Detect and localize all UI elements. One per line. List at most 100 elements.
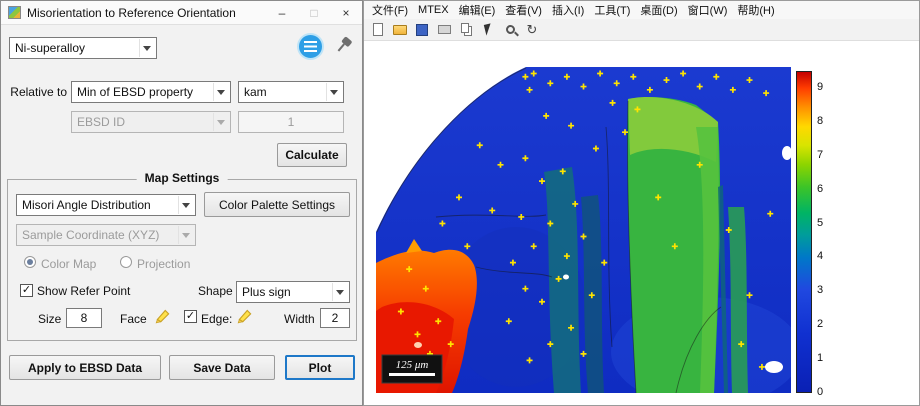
relative-property-select[interactable]: Min of EBSD property [71,81,231,103]
colorbar-tick-9: 9 [817,80,824,93]
yellow-pen-icon [155,309,170,324]
face-label: Face [120,312,147,326]
chevron-down-icon [332,283,347,301]
menu-item-7[interactable]: 窗口(W) [683,2,733,18]
ebsd-id-label: EBSD ID [77,115,126,129]
rotate-button[interactable] [522,20,542,40]
list-icon [304,41,317,52]
colorbar-tick-8: 8 [817,114,824,127]
yellow-pen-icon [237,309,252,324]
apply-to-ebsd-button[interactable]: Apply to EBSD Data [9,355,161,380]
maximize-button: □ [310,5,318,20]
menu-item-0[interactable]: 文件(F) [367,2,413,18]
new-file-icon [373,23,383,36]
show-refer-point-label: Show Refer Point [37,284,131,298]
color-map-radio [24,256,36,268]
map-settings-title: Map Settings [136,171,228,185]
colorbar-tick-0: 0 [817,386,824,398]
colorbar [796,71,812,393]
new-file-button[interactable] [368,20,388,40]
close-button[interactable]: × [330,1,362,25]
edge-checkbox[interactable]: ✓ [184,310,197,323]
chevron-down-icon [326,83,341,101]
save-data-button[interactable]: Save Data [169,355,275,380]
color-palette-settings-button[interactable]: Color Palette Settings [204,192,350,217]
menu-item-4[interactable]: 插入(I) [547,2,589,18]
colorbar-tick-3: 3 [817,284,824,297]
zoom-in-button[interactable] [500,20,520,40]
shape-label: Shape [198,284,233,298]
shape-select[interactable]: Plus sign [236,281,350,303]
phase-select[interactable]: Ni-superalloy [9,37,157,59]
show-refer-point-checkbox[interactable]: ✓ [20,284,33,297]
phase-select-value: Ni-superalloy [15,41,86,55]
ebsd-id-field: 1 [238,111,344,133]
metric-select-value: kam [244,85,267,99]
colorbar-tick-6: 6 [817,182,824,195]
ebsd-id-select: EBSD ID [71,111,231,133]
coordinate-select-value: Sample Coordinate (XYZ) [22,228,160,242]
width-label: Width [284,312,315,326]
figure-toolbar [364,19,919,41]
menu-item-2[interactable]: 编辑(E) [454,2,501,18]
colorbar-tick-1: 1 [817,352,824,365]
kam-map-svg: 125 μm [376,67,801,406]
distribution-select-value: Misori Angle Distribution [22,198,151,212]
chevron-down-icon [213,83,228,101]
save-button[interactable] [412,20,432,40]
kam-map: 125 μm [376,67,801,406]
size-field[interactable]: 8 [66,308,102,328]
menu-item-8[interactable]: 帮助(H) [732,2,779,18]
menu-item-5[interactable]: 工具(T) [589,2,635,18]
chevron-down-icon [213,113,228,131]
edge-color-swatch[interactable] [236,306,254,324]
colorbar-tick-4: 4 [817,250,824,263]
save-icon [416,23,428,36]
relative-to-label: Relative to [10,85,67,99]
shape-select-value: Plus sign [242,285,291,299]
face-color-swatch[interactable] [154,306,172,324]
print-icon [437,25,451,34]
metric-select[interactable]: kam [238,81,344,103]
colorbar-tick-2: 2 [817,318,824,331]
dialog-titlebar[interactable]: Misorientation to Reference Orientation … [1,1,362,25]
plot-area: 125 μm 9 8 7 6 5 4 3 2 1 0 [364,41,919,406]
pin-icon[interactable] [330,34,357,61]
zoom-in-icon [505,25,515,34]
minimize-button[interactable]: – [266,1,298,25]
map-settings-group: Map Settings Misori Angle Distribution C… [7,171,357,341]
relative-property-value: Min of EBSD property [77,85,194,99]
color-map-radio-label: Color Map [41,257,97,271]
dialog-title: Misorientation to Reference Orientation [27,5,236,20]
menu-item-1[interactable]: MTEX [413,4,454,16]
rotate-icon [527,23,538,36]
open-folder-icon [393,24,407,35]
projection-radio [120,256,132,268]
app-icon [8,6,21,19]
menubar: 文件(F) MTEX 编辑(E) 查看(V) 插入(I) 工具(T) 桌面(D) 窗口(W) 帮… [364,1,919,19]
open-folder-button[interactable] [390,20,410,40]
print-button[interactable] [434,20,454,40]
coordinate-select: Sample Coordinate (XYZ) [16,224,196,246]
colorbar-tick-5: 5 [817,216,824,229]
plot-button[interactable]: Plot [285,355,355,380]
calculate-button[interactable]: Calculate [277,143,347,167]
chevron-down-icon [139,39,154,57]
projection-radio-label: Projection [137,257,191,271]
scale-bar: 125 μm [381,354,443,384]
figure-window: 文件(F) MTEX 编辑(E) 查看(V) 插入(I) 工具(T) 桌面(D) 窗口(W) 帮… [363,0,920,406]
dock-toggle-button[interactable] [297,33,324,60]
menu-item-3[interactable]: 查看(V) [500,2,547,18]
colorbar-tick-7: 7 [817,148,824,161]
chevron-down-icon [178,226,193,244]
scale-bar-label: 125 μm [396,359,429,371]
width-field[interactable]: 2 [320,308,350,328]
size-label: Size [38,312,62,326]
colorbar-labels: 9 8 7 6 5 4 3 2 1 0 [817,71,837,398]
copy-icon [460,23,469,33]
menu-item-6[interactable]: 桌面(D) [635,2,682,18]
cursor-button[interactable] [478,20,498,40]
copy-button[interactable] [456,20,476,40]
chevron-down-icon [178,196,193,214]
distribution-select[interactable]: Misori Angle Distribution [16,194,196,216]
